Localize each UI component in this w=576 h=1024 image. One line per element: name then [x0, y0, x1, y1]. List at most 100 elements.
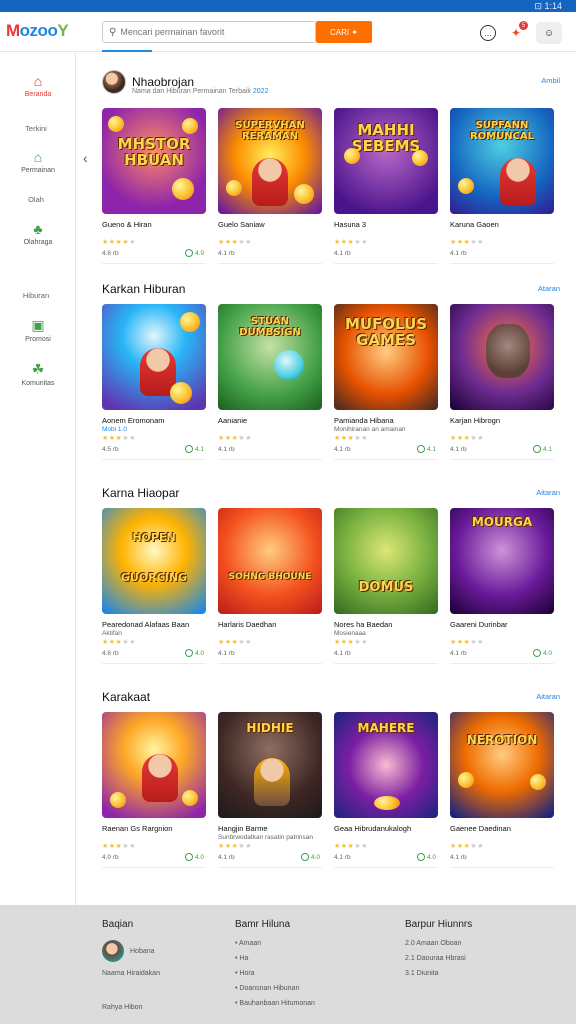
see-all-link[interactable]: Aitaran — [536, 692, 560, 701]
game-title: Hasuna 3 — [334, 220, 367, 229]
sidebar-heading: Olah — [28, 195, 44, 204]
section-title: Karkan Hiburan — [102, 282, 186, 296]
game-card[interactable]: HIDHIE Hangjin Barme Sunbrwodatkan rasat… — [218, 712, 322, 872]
section-karakaat: Karakaat Aitaran Raenan Gs Rargnion ★★★★… — [102, 690, 562, 886]
status-dot-icon — [184, 249, 193, 257]
game-subtitle: Aktifan — [102, 630, 122, 637]
see-all-link[interactable]: Ambil — [541, 76, 560, 85]
game-card[interactable]: Raenan Gs Rargnion ★★★★★ 4.0 rb 4.0 — [102, 712, 206, 872]
download-count: 4.1 rb — [450, 446, 467, 453]
footer-col-info: Barpur Hiunnrs 2.0 Amaan Oboan 2.1 Daour… — [405, 919, 472, 985]
logo[interactable]: MozooY — [6, 21, 69, 41]
download-count: 4.1 rb — [218, 446, 235, 453]
game-title: Karuna Gaoen — [450, 220, 499, 229]
game-card[interactable]: NEROTION Gaenee Daedinan ★★★★★ 4.1 rb — [450, 712, 554, 872]
game-subtitle: Monihiranan an amainan — [334, 426, 406, 433]
footer-link[interactable]: • Ha — [235, 955, 315, 962]
game-card[interactable]: Karjan Hibrogn ★★★★★ 4.1 rb 4.1 — [450, 304, 554, 464]
game-thumbnail: SUPERVHAN RERAMAN — [218, 108, 322, 214]
game-title: Gaenee Daedinan — [450, 824, 511, 833]
game-card[interactable]: DOMUS Nores ha Baedan Mosienaaa ★★★★★ 4.… — [334, 508, 438, 668]
footer-bottom-link[interactable]: Rahya Hibon — [102, 1004, 142, 1011]
game-card[interactable]: STUAN DUMBSIGN Aanianie ★★★★★ 4.1 rb — [218, 304, 322, 464]
game-card[interactable]: MHSTOR HBUAN Gueno & Hiran ★★★★★ 4.6 rb … — [102, 108, 206, 268]
game-card[interactable]: SUPERVHAN RERAMAN Guelo Saniaw ★★★★★ 4.1… — [218, 108, 322, 268]
game-card[interactable]: MAHHI SEBEMS Hasuna 3 ★★★★★ 4.1 rb — [334, 108, 438, 268]
see-all-link[interactable]: Aitaran — [536, 488, 560, 497]
download-count: 4.0 rb — [102, 854, 119, 861]
footer-link[interactable]: 3.1 Diunita — [405, 970, 472, 977]
rating-stars: ★★★★★ — [218, 639, 252, 646]
rating-badge: 4.0 — [300, 853, 320, 861]
sidebar-item-home[interactable]: ⌂ Beranda — [0, 73, 76, 98]
thumbnail-title: NEROTION — [466, 733, 538, 747]
thumbnail-title: STUAN DUMBSIGN — [239, 316, 301, 338]
game-subtitle: Mobi 1.0 — [102, 426, 127, 433]
search-input[interactable] — [120, 27, 301, 37]
game-title: Pearedonad Alafaas Baan — [102, 620, 190, 629]
game-subtitle: Mosienaaa — [334, 630, 366, 637]
sidebar-item-events[interactable]: ▣ Promosi — [0, 317, 76, 343]
rating-stars: ★★★★★ — [450, 639, 484, 646]
game-title: Geaa Hibrudanukalogh — [334, 824, 412, 833]
game-title: Pamianda Hibana — [334, 416, 394, 425]
download-count: 4.1 rb — [218, 650, 235, 657]
rating-stars: ★★★★★ — [334, 639, 368, 646]
game-thumbnail: MAHHI SEBEMS — [334, 108, 438, 214]
game-card[interactable]: MAHERE Geaa Hibrudanukalogh ★★★★★ 4.1 rb… — [334, 712, 438, 872]
notification-badge: 5 — [519, 21, 528, 30]
download-count: 4.1 rb — [218, 250, 235, 257]
download-count: 4.1 rb — [334, 854, 351, 861]
sidebar: ⌂ Beranda Terkini ⌂ Permainan Olah ♣ Ola… — [0, 53, 76, 905]
user-icon[interactable]: ☺ — [536, 22, 562, 44]
thumbnail-title: MAHERE — [357, 721, 415, 735]
notification-icon[interactable]: ✦ 5 — [506, 21, 528, 43]
footer-link[interactable]: 2.1 Daouraa Hbrasi — [405, 955, 472, 962]
profile-header[interactable]: Nhaobrojan Nama dan Hiburan Permainan Te… — [102, 70, 268, 95]
active-tab-indicator — [102, 50, 152, 52]
see-all-link[interactable]: Ataran — [538, 284, 560, 293]
sidebar-heading: Terkini — [25, 124, 47, 133]
game-thumbnail: SOHNG BHOUNE — [218, 508, 322, 614]
sidebar-item-sports[interactable]: ♣ Olahraga — [0, 221, 76, 246]
footer-link[interactable]: • Amaan — [235, 940, 315, 947]
rating-badge: 4.1 — [184, 445, 204, 453]
game-card[interactable]: HOPEN GUORCING Pearedonad Alafaas Baan A… — [102, 508, 206, 668]
game-thumbnail: SUPFANN ROMUNCAL — [450, 108, 554, 214]
game-card[interactable]: MOURGA Gaareni Durinbar ★★★★★ 4.1 rb 4.0 — [450, 508, 554, 668]
rating-badge: 4.0 — [532, 649, 552, 657]
footer-heading: Barpur Hiunnrs — [405, 919, 473, 930]
section-karna-hiaopar: Karna Hiaopar Aitaran HOPEN GUORCING Pea… — [102, 486, 562, 676]
game-card[interactable]: SOHNG BHOUNE Harlaris Daedhan ★★★★★ 4.1 … — [218, 508, 322, 668]
chat-icon[interactable]: … — [480, 25, 496, 41]
chevron-left-icon[interactable]: ‹ — [83, 150, 88, 166]
rating-badge: 4.1 — [532, 445, 552, 453]
rating-badge: 4.0 — [184, 649, 204, 657]
footer-link[interactable]: • Hora — [235, 970, 315, 977]
rating-stars: ★★★★★ — [450, 435, 484, 442]
game-title: Hangjin Barme — [218, 824, 268, 833]
game-card[interactable]: Aonem Eromonam Mobi 1.0 ★★★★★ 4.5 rb 4.1 — [102, 304, 206, 464]
section-title: Karakaat — [102, 690, 151, 704]
search-button[interactable]: CARI ✦ — [316, 21, 372, 43]
footer-col-links: Bamr Hiluna • Amaan • Ha • Hora • Doansn… — [235, 919, 315, 1015]
search-box[interactable]: ⚲ — [102, 21, 316, 43]
footer-link[interactable]: • Bauhanbaan Hitumonan — [235, 1000, 315, 1007]
footer-link[interactable]: 2.0 Amaan Oboan — [405, 940, 472, 947]
rating-badge: 4.0 — [184, 853, 204, 861]
game-thumbnail: NEROTION — [450, 712, 554, 818]
thumbnail-title: HIDHIE — [246, 721, 294, 735]
game-card[interactable]: MUFOLUS GAMES Pamianda Hibana Monihirana… — [334, 304, 438, 464]
sidebar-item-games[interactable]: ⌂ Permainan — [0, 149, 76, 174]
rating-stars: ★★★★★ — [102, 239, 136, 246]
logo-part-1: M — [6, 21, 20, 40]
thumbnail-title: HOPEN GUORCING — [120, 531, 188, 584]
sidebar-heading: Hiburan — [22, 291, 50, 300]
footer-link[interactable]: • Doansnan Hibunan — [235, 985, 315, 992]
card-row: Raenan Gs Rargnion ★★★★★ 4.0 rb 4.0 HIDH… — [102, 712, 554, 872]
game-card[interactable]: SUPFANN ROMUNCAL Karuna Gaoen ★★★★★ 4.1 … — [450, 108, 554, 268]
sidebar-item-community[interactable]: ☘ Komunitas — [0, 361, 76, 387]
download-count: 4.1 rb — [450, 650, 467, 657]
download-count: 4.1 rb — [334, 446, 351, 453]
rating-badge: 4.1 — [416, 445, 436, 453]
